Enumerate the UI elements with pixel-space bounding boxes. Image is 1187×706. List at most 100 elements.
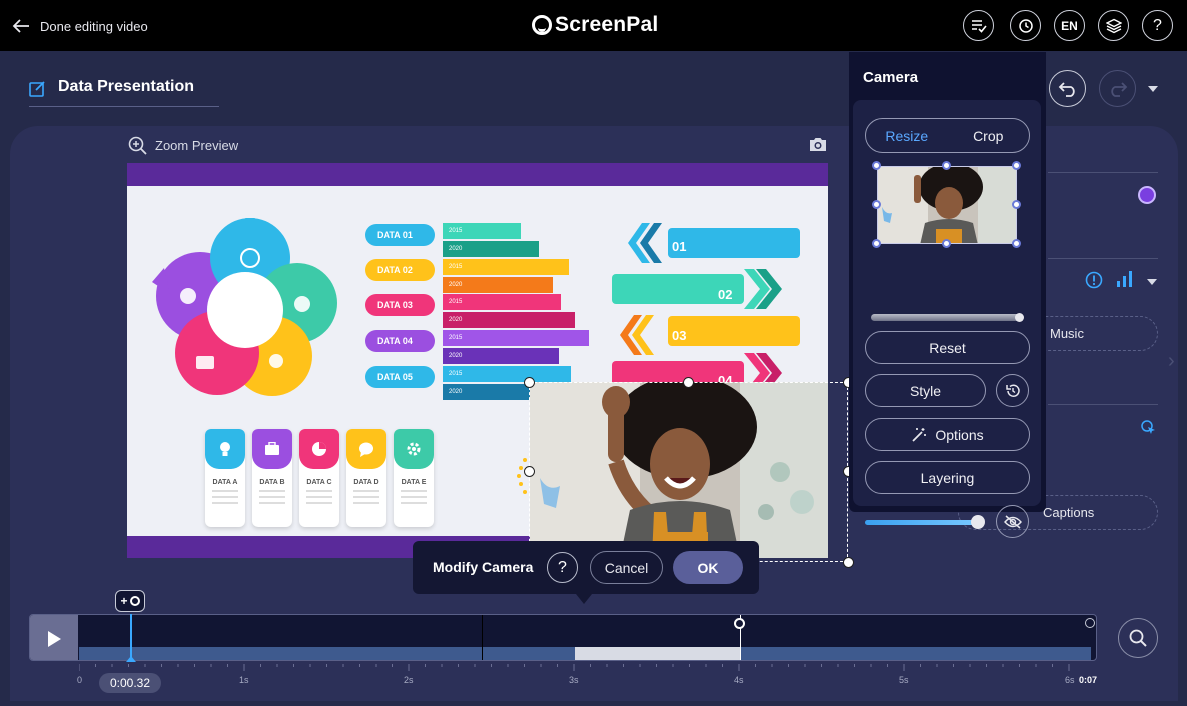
layers-icon (1105, 18, 1122, 33)
zoom-preview-button[interactable]: Zoom Preview (128, 136, 238, 155)
thumb-handle[interactable] (1012, 161, 1021, 170)
thumb-handle[interactable] (1012, 200, 1021, 209)
data-card: DATA A (205, 429, 245, 527)
camera-panel-title: Camera (863, 69, 919, 86)
more-dropdown-icon[interactable] (1148, 86, 1158, 92)
style-history-button[interactable] (996, 374, 1029, 407)
thumb-handle[interactable] (942, 161, 951, 170)
undo-icon (1058, 81, 1075, 97)
card-label: DATA E (401, 479, 427, 486)
arrow-left-icon (12, 19, 29, 33)
layering-label: Layering (920, 469, 975, 486)
opacity-slider[interactable] (865, 515, 985, 529)
reset-button[interactable]: Reset (865, 331, 1030, 364)
chat-bubble-icon (359, 442, 373, 457)
camera-segment[interactable] (575, 647, 740, 660)
captions-label: Captions (1043, 505, 1095, 520)
timeline-ruler (79, 664, 1070, 671)
card-label: DATA D (353, 479, 379, 486)
timeline-zoom-button[interactable] (1118, 618, 1158, 658)
option-number: 03 (672, 328, 687, 343)
done-editing-button[interactable]: Done editing video (12, 14, 148, 38)
tick-label: 6s (1065, 675, 1075, 685)
zoom-in-icon (128, 136, 147, 155)
screenshot-camera-icon[interactable] (808, 136, 828, 153)
data-label: DATA 03 (365, 294, 435, 316)
chevron-right-icon[interactable]: › (1168, 350, 1175, 373)
layers-button[interactable] (1098, 10, 1129, 41)
resize-handle[interactable] (683, 377, 694, 388)
checklist-button[interactable] (963, 10, 994, 41)
undo-button[interactable] (1049, 70, 1086, 107)
tab-resize[interactable]: Resize (866, 119, 948, 152)
help-button[interactable]: ? (1142, 10, 1173, 41)
year-bar: 2015 (443, 366, 571, 382)
thumb-handle[interactable] (872, 239, 881, 248)
opacity-slider-knob[interactable] (971, 515, 985, 529)
data-label: DATA 01 (365, 224, 435, 246)
resize-handle[interactable] (843, 557, 854, 568)
language-button[interactable]: EN (1054, 10, 1085, 41)
card-label: DATA A (212, 479, 238, 486)
options-button[interactable]: Options (865, 418, 1030, 451)
thumb-handle[interactable] (872, 200, 881, 209)
history-button[interactable] (1010, 10, 1041, 41)
card-header (346, 429, 386, 469)
pie-chart-icon (312, 442, 326, 456)
data-label: DATA 05 (365, 366, 435, 388)
thumb-handle[interactable] (872, 161, 881, 170)
audio-dropdown-icon[interactable] (1147, 279, 1157, 285)
cursor-highlight-icon[interactable] (1140, 419, 1158, 437)
resize-handle[interactable] (524, 466, 535, 477)
divider (1048, 172, 1158, 173)
size-slider[interactable] (871, 313, 1024, 322)
card-header (394, 429, 434, 469)
style-button[interactable]: Style (865, 374, 986, 407)
info-icon (1085, 271, 1103, 289)
card-header (205, 429, 245, 469)
audio-levels-icon[interactable] (1116, 270, 1134, 288)
cancel-button[interactable]: Cancel (590, 551, 663, 584)
card-label: DATA C (306, 479, 332, 486)
camera-selection-box[interactable] (529, 382, 848, 562)
data-card: DATA D (346, 429, 386, 527)
data-label: DATA 02 (365, 259, 435, 281)
tick-label: 3s (569, 675, 579, 685)
year-bar: 2015 (443, 294, 561, 310)
layering-button[interactable]: Layering (865, 461, 1030, 494)
thumb-handle[interactable] (1012, 239, 1021, 248)
data-card: DATA B (252, 429, 292, 527)
briefcase-icon (265, 442, 279, 455)
language-label: EN (1061, 18, 1078, 33)
project-title-field[interactable]: Data Presentation (29, 76, 219, 107)
timeline-track[interactable] (29, 614, 1097, 661)
card-header (299, 429, 339, 469)
option-number: 02 (718, 287, 733, 302)
ok-label: OK (697, 559, 719, 576)
ok-button[interactable]: OK (673, 551, 743, 584)
add-at-playhead-button[interactable]: + (115, 590, 145, 612)
resize-handle[interactable] (524, 377, 535, 388)
screenpal-logo: ScreenPal (532, 11, 658, 39)
redo-button[interactable] (1099, 70, 1136, 107)
thumb-handle[interactable] (942, 239, 951, 248)
divider (1048, 404, 1158, 405)
camera-thumbnail[interactable] (872, 161, 1021, 248)
camera-panel-body: Resize Crop Reset Style Options Layering (853, 100, 1041, 538)
edit-icon (29, 81, 45, 97)
tab-crop[interactable]: Crop (948, 119, 1030, 152)
modify-help-label: ? (558, 558, 567, 576)
segment-marker-handle[interactable] (734, 618, 745, 629)
color-swatch[interactable] (1138, 186, 1156, 204)
playhead[interactable] (130, 614, 132, 660)
eye-off-icon (1003, 514, 1022, 529)
year-bar: 2020 (443, 348, 559, 364)
project-title: Data Presentation (58, 78, 195, 95)
help-label: ? (1153, 16, 1162, 34)
play-button[interactable] (30, 615, 78, 660)
card-label: DATA B (259, 479, 285, 486)
timeline-end-handle[interactable] (1085, 618, 1095, 628)
visibility-toggle-button[interactable] (996, 505, 1029, 538)
size-slider-knob[interactable] (1015, 313, 1024, 322)
modify-camera-help-button[interactable]: ? (547, 552, 578, 583)
